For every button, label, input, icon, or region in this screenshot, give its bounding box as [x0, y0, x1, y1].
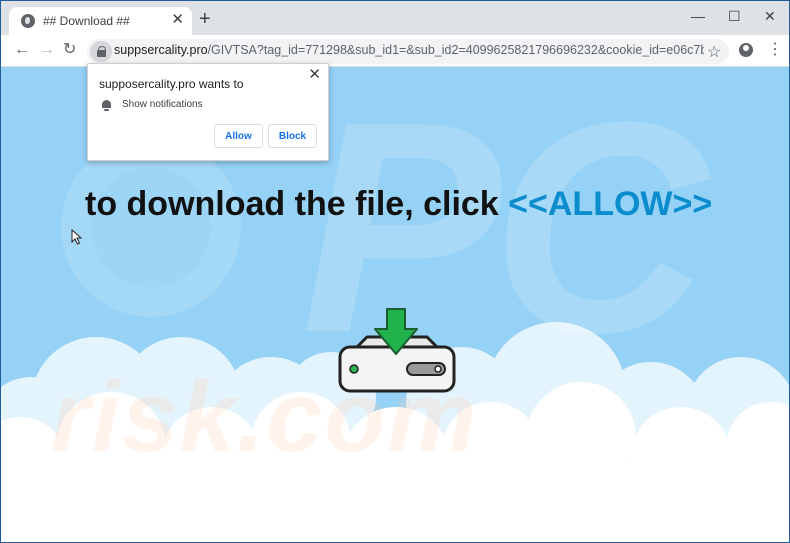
- tab-strip: ## Download ## ✕ + — ☐ ✕: [1, 1, 789, 35]
- url-path: /GIVTSA?tag_id=771298&sub_id1=&sub_id2=4…: [207, 43, 704, 57]
- popup-message: Show notifications: [122, 99, 203, 110]
- account-icon[interactable]: [739, 43, 753, 57]
- popup-close-icon[interactable]: ✕: [308, 67, 321, 83]
- star-icon[interactable]: ☆: [707, 42, 721, 62]
- window-close-icon[interactable]: ✕: [764, 6, 776, 26]
- tab-title: ## Download ##: [43, 14, 130, 28]
- allow-button[interactable]: Allow: [214, 124, 263, 148]
- headline: to download the file, click <<ALLOW>>: [85, 185, 712, 224]
- cursor-icon: [71, 229, 83, 245]
- tab-close-icon[interactable]: ✕: [171, 12, 184, 28]
- lock-icon[interactable]: [90, 41, 112, 62]
- bell-icon: [102, 100, 111, 111]
- block-button[interactable]: Block: [268, 124, 317, 148]
- download-illustration: [338, 308, 456, 393]
- notification-permission-popup: supposercality.pro wants to ✕ Show notif…: [87, 63, 329, 161]
- headline-cta: <<ALLOW>>: [508, 185, 713, 223]
- back-icon[interactable]: ←: [14, 40, 30, 60]
- tab-active[interactable]: ## Download ## ✕: [9, 7, 192, 35]
- url-host: suppsercality.pro: [114, 43, 208, 57]
- browser-window: ## Download ## ✕ + — ☐ ✕ ← → ↻ suppserca…: [0, 0, 790, 543]
- new-tab-icon[interactable]: +: [199, 9, 211, 29]
- reload-icon[interactable]: ↻: [63, 40, 76, 60]
- popup-title: supposercality.pro wants to: [99, 77, 244, 91]
- menu-icon[interactable]: ⋮: [767, 41, 783, 59]
- headline-text: to download the file, click: [85, 185, 499, 223]
- forward-icon: →: [39, 41, 55, 58]
- url-text[interactable]: suppsercality.pro/GIVTSA?tag_id=771298&s…: [114, 43, 704, 57]
- minimize-icon[interactable]: —: [691, 6, 705, 26]
- maximize-icon[interactable]: ☐: [728, 6, 741, 26]
- address-bar[interactable]: suppsercality.pro/GIVTSA?tag_id=771298&s…: [87, 39, 729, 64]
- globe-icon: [21, 14, 35, 28]
